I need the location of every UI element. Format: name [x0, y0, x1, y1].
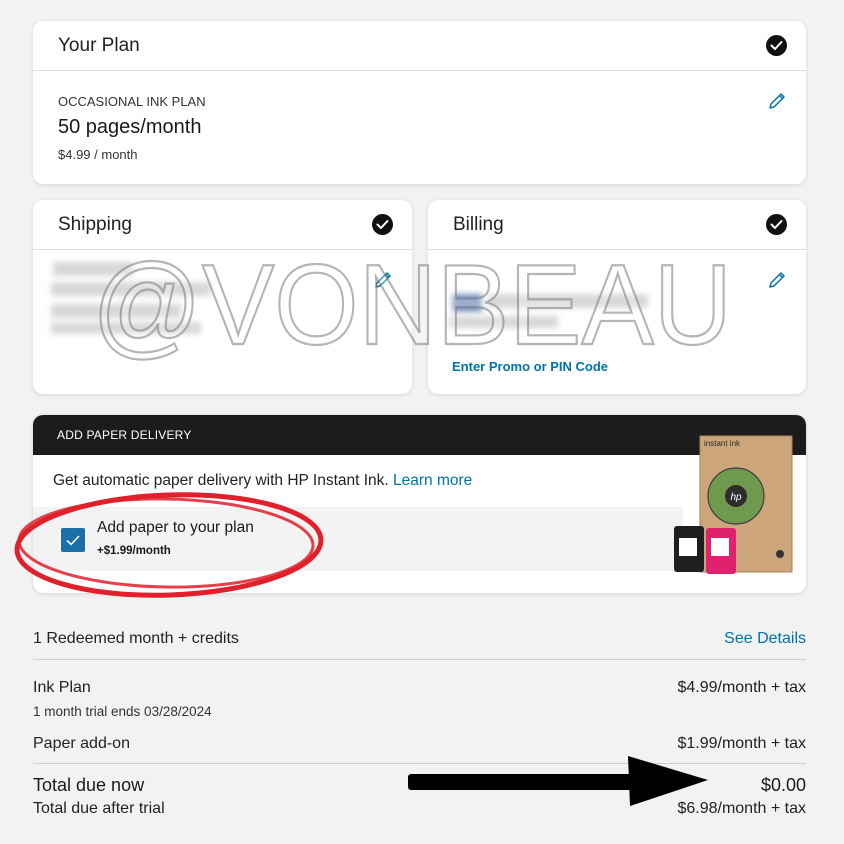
see-details-link[interactable]: See Details	[724, 630, 806, 648]
billing-card-header: Billing	[428, 200, 806, 250]
total-due-now-label: Total due now	[33, 775, 145, 795]
redacted-billing-line	[448, 316, 558, 328]
box-label-text: instant ink	[704, 439, 741, 448]
paper-checkbox-row[interactable]: Add paper to your plan +$1.99/month	[33, 507, 683, 571]
checkmark-circle-icon	[766, 35, 787, 56]
promo-code-link[interactable]: Enter Promo or PIN Code	[452, 359, 608, 374]
paper-checkbox[interactable]	[61, 528, 85, 552]
billing-card-title: Billing	[453, 213, 504, 235]
paper-checkbox-label: Add paper to your plan	[97, 519, 254, 536]
paper-delivery-header-text: ADD PAPER DELIVERY	[57, 428, 192, 442]
plan-card-header: Your Plan	[33, 21, 806, 71]
instant-ink-product-image: hp instant ink	[672, 430, 798, 588]
plan-price: $4.99 / month	[58, 147, 138, 162]
edit-plan-pencil-icon[interactable]	[767, 91, 787, 111]
redacted-billing-line	[488, 294, 648, 308]
total-due-now-value: $0.00	[760, 775, 806, 795]
summary-divider	[33, 763, 806, 764]
plan-card: Your Plan OCCASIONAL INK PLAN 50 pages/m…	[33, 21, 806, 184]
checkbox-check-icon	[66, 534, 80, 546]
ink-plan-price: $4.99/month + tax	[677, 679, 806, 696]
plan-pages: 50 pages/month	[58, 116, 202, 138]
hp-logo-text: hp	[730, 492, 742, 503]
shipping-card: Shipping	[33, 200, 412, 394]
order-summary: 1 Redeemed month + credits See Details I…	[33, 620, 806, 840]
paper-addon-label: Paper add-on	[33, 735, 130, 752]
redacted-address-line	[53, 262, 133, 276]
paper-addon-price: $1.99/month + tax	[677, 735, 806, 752]
edit-billing-pencil-icon[interactable]	[767, 270, 787, 290]
summary-divider	[33, 659, 806, 660]
redacted-address-line	[51, 282, 211, 296]
ink-plan-label: Ink Plan	[33, 679, 91, 696]
total-after-trial-label: Total due after trial	[33, 800, 165, 817]
redeemed-credits-text: 1 Redeemed month + credits	[33, 630, 239, 647]
billing-card: Billing Enter Promo or PIN Code	[428, 200, 806, 394]
checkmark-circle-icon	[372, 214, 393, 235]
redacted-card-logo	[452, 294, 482, 312]
plan-card-title: Your Plan	[58, 34, 140, 56]
paper-delivery-description: Get automatic paper delivery with HP Ins…	[53, 472, 472, 490]
paper-description-text: Get automatic paper delivery with HP Ins…	[53, 472, 389, 489]
redacted-address-line	[51, 304, 181, 318]
shipping-card-header: Shipping	[33, 200, 412, 250]
checkmark-circle-icon	[766, 214, 787, 235]
paper-checkbox-price: +$1.99/month	[97, 545, 171, 557]
shipping-card-title: Shipping	[58, 213, 132, 235]
learn-more-link[interactable]: Learn more	[393, 472, 472, 489]
edit-shipping-pencil-icon[interactable]	[373, 270, 393, 290]
trial-note: 1 month trial ends 03/28/2024	[33, 704, 212, 719]
redacted-address-line	[51, 322, 201, 334]
plan-name: OCCASIONAL INK PLAN	[58, 94, 206, 109]
total-after-trial-value: $6.98/month + tax	[677, 800, 806, 817]
